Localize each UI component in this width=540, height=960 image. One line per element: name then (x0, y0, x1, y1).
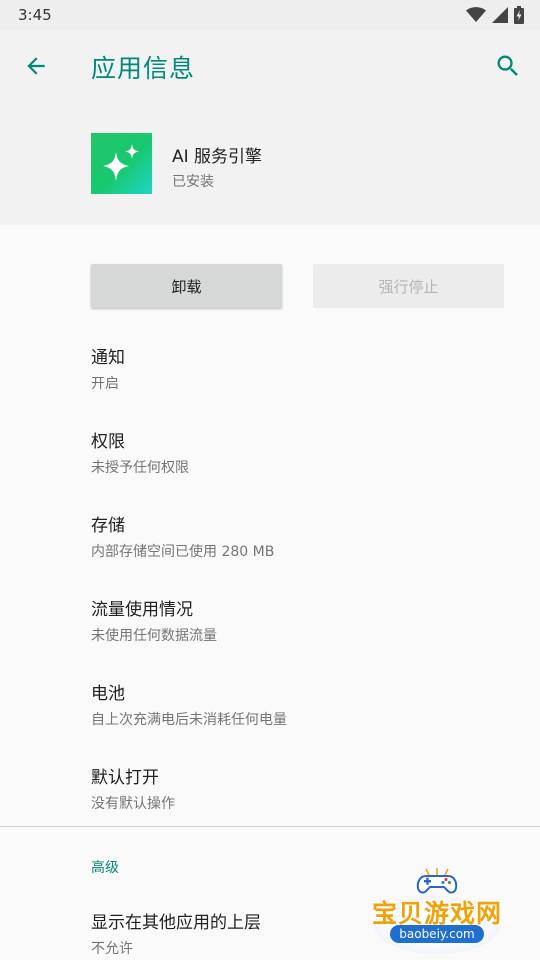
list-item-summary: 内部存储空间已使用 280 MB (91, 544, 275, 560)
app-header: 应用信息 AI 服务引擎 已安装 (0, 30, 540, 225)
list-item-permissions[interactable]: 权限 未授予任何权限 (0, 414, 540, 498)
list-item-summary: 未使用任何数据流量 (91, 628, 217, 644)
list-item-title: 默认打开 (91, 768, 159, 788)
list-item-title: 通知 (91, 348, 125, 368)
list-item-notifications[interactable]: 通知 开启 (0, 330, 540, 414)
status-time: 3:45 (18, 6, 52, 24)
section-divider (0, 826, 540, 827)
list-item-title: 流量使用情况 (91, 600, 193, 620)
action-buttons: 卸载 强行停止 (91, 264, 504, 308)
list-item-storage[interactable]: 存储 内部存储空间已使用 280 MB (0, 498, 540, 582)
list-item-title: 显示在其他应用的上层 (91, 913, 261, 933)
list-item-battery[interactable]: 电池 自上次充满电后未消耗任何电量 (0, 666, 540, 750)
back-button[interactable] (16, 46, 56, 86)
advanced-section-title: 高级 (91, 860, 119, 876)
list-item-title: 存储 (91, 516, 125, 536)
battery-charging-icon (514, 6, 524, 24)
signal-icon (492, 7, 508, 23)
wifi-icon (466, 7, 486, 22)
app-text: AI 服务引擎 已安装 (172, 142, 262, 191)
list-item-draw-over-apps[interactable]: 显示在其他应用的上层 不允许 (91, 908, 261, 958)
uninstall-button[interactable]: 卸载 (91, 264, 282, 308)
gamepad-icon (416, 868, 458, 894)
arrow-back-icon (27, 57, 45, 75)
list-item-data-usage[interactable]: 流量使用情况 未使用任何数据流量 (0, 582, 540, 666)
page-title: 应用信息 (91, 54, 196, 83)
list-item-summary: 自上次充满电后未消耗任何电量 (91, 712, 287, 728)
settings-list: 通知 开启 权限 未授予任何权限 存储 内部存储空间已使用 280 MB 流量使… (0, 330, 540, 834)
toolbar: 应用信息 (0, 30, 540, 102)
watermark-logo: 宝贝游戏网 baobeiy.com (368, 866, 506, 954)
force-stop-button[interactable]: 强行停止 (313, 264, 504, 308)
list-item-title: 权限 (91, 432, 125, 452)
sparkles-icon (102, 143, 139, 181)
status-icons (466, 6, 524, 24)
watermark-url: baobeiy.com (390, 925, 484, 943)
list-item-summary: 不允许 (91, 941, 133, 957)
app-name: AI 服务引擎 (172, 147, 263, 167)
list-item-open-by-default[interactable]: 默认打开 没有默认操作 (0, 750, 540, 834)
app-install-status: 已安装 (172, 174, 214, 190)
app-icon (91, 133, 152, 194)
app-info: AI 服务引擎 已安装 (91, 133, 262, 194)
search-icon (497, 55, 518, 76)
list-item-summary: 未授予任何权限 (91, 460, 189, 476)
list-item-summary: 开启 (91, 376, 119, 392)
list-item-summary: 没有默认操作 (91, 796, 175, 812)
search-button[interactable] (488, 46, 528, 86)
list-item-title: 电池 (91, 684, 125, 704)
status-bar: 3:45 (0, 0, 540, 30)
